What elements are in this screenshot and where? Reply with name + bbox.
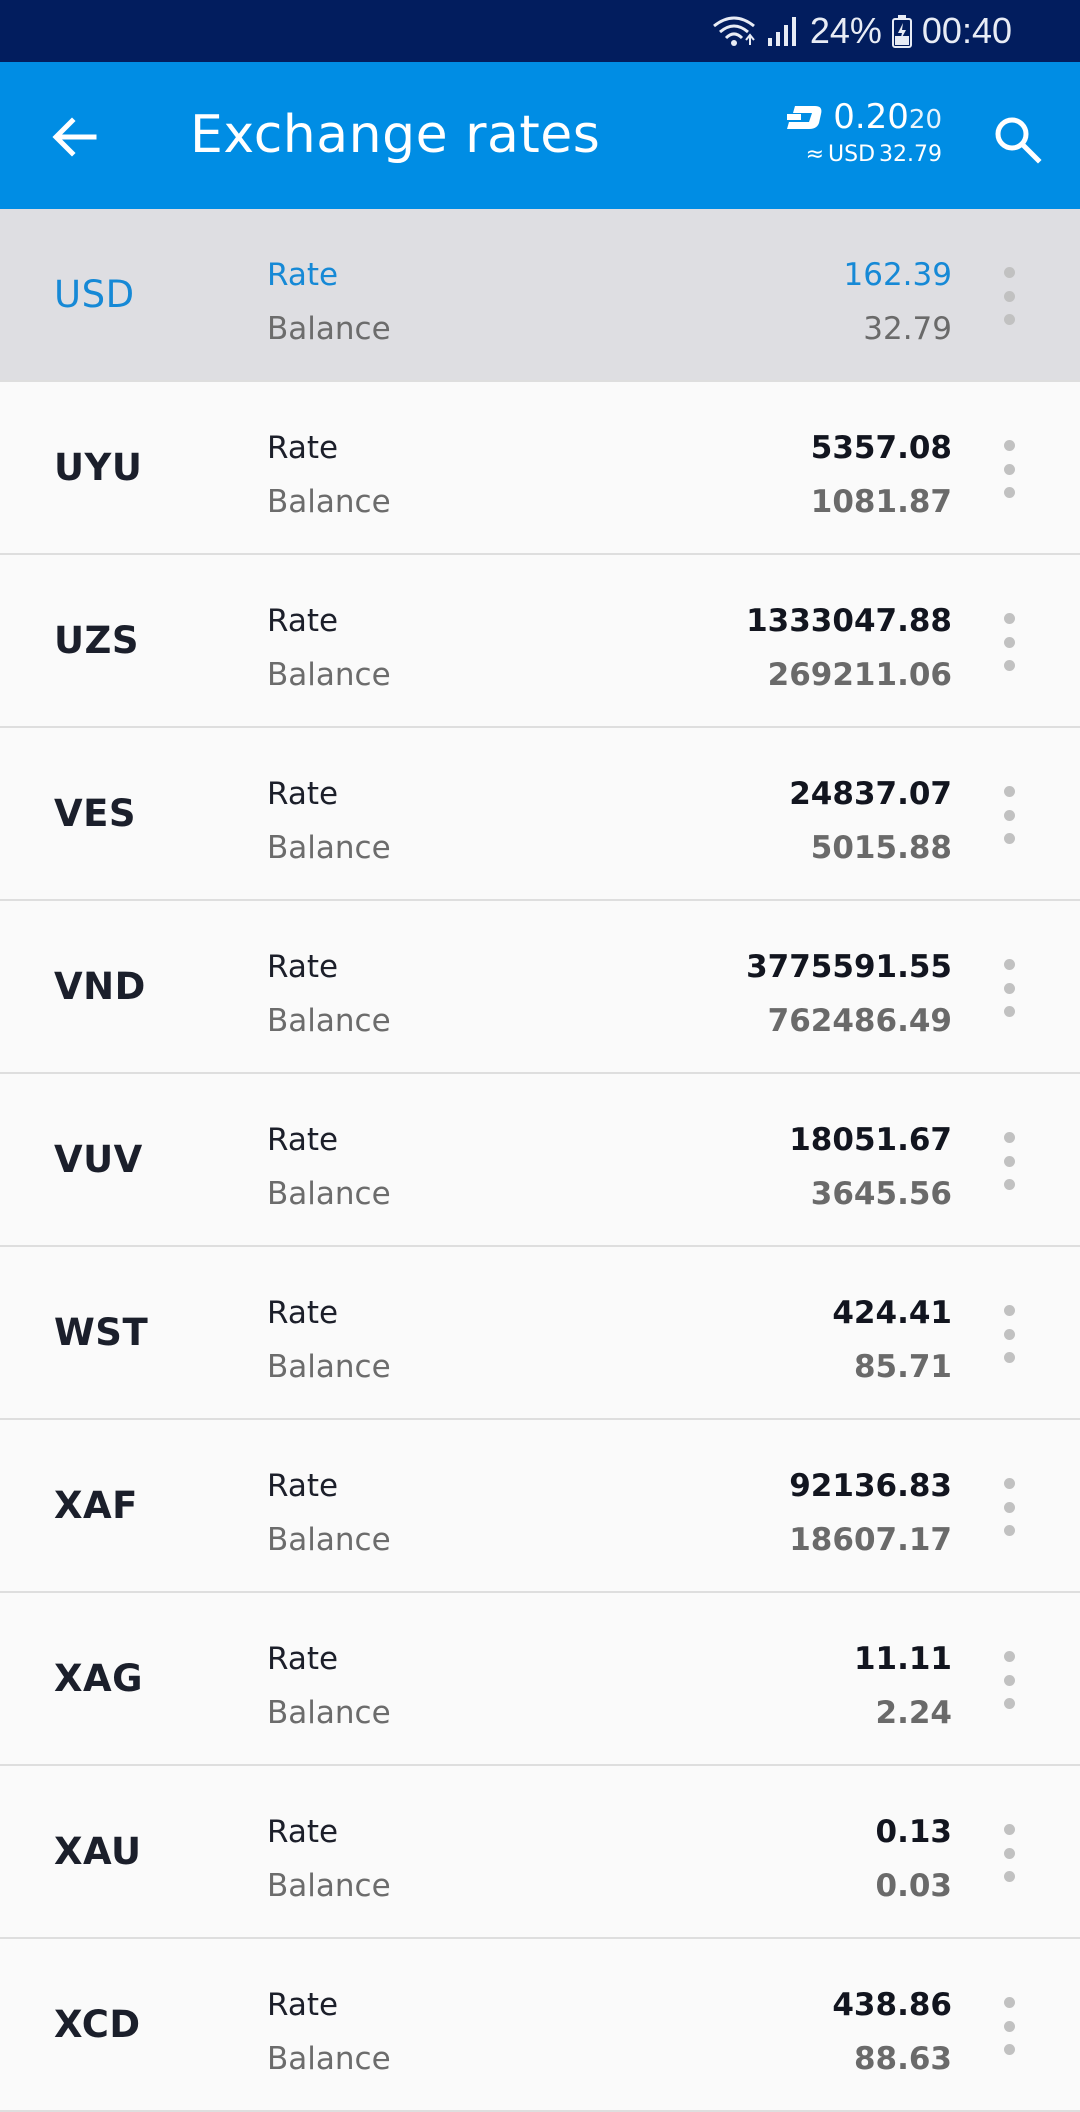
more-vertical-icon[interactable] — [996, 607, 1022, 677]
rate-label: Rate — [267, 603, 339, 639]
more-vertical-icon[interactable] — [996, 1472, 1022, 1542]
rate-row-uzs[interactable]: UZS Rate Balance 1333047.88 269211.06 — [0, 555, 1080, 728]
more-vertical-icon[interactable] — [996, 1991, 1022, 2061]
rate-label: Rate — [267, 949, 339, 985]
balance-label: Balance — [267, 1522, 391, 1558]
rate-row-usd[interactable]: USD Rate Balance 162.39 32.79 — [0, 209, 1080, 382]
balance-value: 32.79 — [863, 311, 952, 347]
rate-row-uyu[interactable]: UYU Rate Balance 5357.08 1081.87 — [0, 382, 1080, 555]
currency-code: XAF — [54, 1484, 138, 1527]
dash-icon — [787, 106, 822, 129]
balance-value: 2.24 — [875, 1695, 953, 1731]
currency-code: XAU — [54, 1830, 142, 1873]
page-title: Exchange rates — [190, 105, 601, 165]
wifi-icon — [712, 16, 755, 46]
balance-value: 3645.56 — [810, 1176, 952, 1212]
balance-label: Balance — [267, 657, 391, 693]
arrow-left-icon[interactable] — [50, 113, 98, 161]
balance-label: Balance — [267, 830, 391, 866]
rate-value: 438.86 — [832, 1987, 952, 2023]
currency-code: VUV — [54, 1138, 143, 1181]
rate-row-vnd[interactable]: VND Rate Balance 3775591.55 762486.49 — [0, 901, 1080, 1074]
search-icon[interactable] — [992, 114, 1042, 164]
rate-value: 24837.07 — [789, 776, 952, 812]
clock: 00:40 — [921, 10, 1012, 51]
rate-label: Rate — [267, 1468, 339, 1504]
more-vertical-icon[interactable] — [996, 953, 1022, 1023]
balance-label: Balance — [267, 2041, 391, 2077]
balance-label: Balance — [267, 311, 391, 347]
balance-value: 18607.17 — [789, 1522, 952, 1558]
balance-label: Balance — [267, 1868, 391, 1904]
balance-value: 5015.88 — [810, 830, 952, 866]
rate-value: 3775591.55 — [746, 949, 952, 985]
rate-value: 162.39 — [843, 257, 952, 293]
currency-code: UYU — [54, 446, 143, 489]
more-vertical-icon[interactable] — [996, 434, 1022, 504]
wallet-balance[interactable]: 0.2020 ≈ USD 32.79 — [785, 92, 942, 167]
rate-label: Rate — [267, 257, 339, 293]
balance-label: Balance — [267, 1349, 391, 1385]
balance-label: Balance — [267, 1003, 391, 1039]
rate-label: Rate — [267, 1814, 339, 1850]
rate-value: 1333047.88 — [746, 603, 952, 639]
currency-code: USD — [54, 273, 135, 316]
balance-label: Balance — [267, 1695, 391, 1731]
more-vertical-icon[interactable] — [996, 780, 1022, 850]
rate-row-xag[interactable]: XAG Rate Balance 11.11 2.24 — [0, 1593, 1080, 1766]
currency-code: XCD — [54, 2003, 141, 2046]
rate-value: 92136.83 — [789, 1468, 952, 1504]
currency-code: XAG — [54, 1657, 144, 1700]
currency-code: VES — [54, 792, 137, 835]
balance-main-value: 0.2020 — [833, 97, 942, 137]
more-vertical-icon[interactable] — [996, 261, 1022, 331]
rate-label: Rate — [267, 1122, 339, 1158]
app-bar: Exchange rates 0.2020 ≈ USD 32.79 — [0, 62, 1080, 209]
rate-row-xau[interactable]: XAU Rate Balance 0.13 0.03 — [0, 1766, 1080, 1939]
battery-percent: 24% — [809, 10, 882, 51]
balance-value: 88.63 — [853, 2041, 952, 2077]
rate-row-xcd[interactable]: XCD Rate Balance 438.86 88.63 — [0, 1939, 1080, 2112]
currency-code: UZS — [54, 619, 140, 662]
balance-value: 85.71 — [853, 1349, 952, 1385]
balance-value: 1081.87 — [810, 484, 952, 520]
rate-label: Rate — [267, 776, 339, 812]
rate-value: 424.41 — [832, 1295, 952, 1331]
rate-label: Rate — [267, 1295, 339, 1331]
more-vertical-icon[interactable] — [996, 1645, 1022, 1715]
rate-row-wst[interactable]: WST Rate Balance 424.41 85.71 — [0, 1247, 1080, 1420]
rate-value: 11.11 — [853, 1641, 952, 1677]
signal-icon — [767, 17, 796, 46]
more-vertical-icon[interactable] — [996, 1818, 1022, 1888]
exchange-rate-list: USD Rate Balance 162.39 32.79 UYU Rate B… — [0, 209, 1080, 2112]
currency-code: VND — [54, 965, 146, 1008]
balance-label: Balance — [267, 484, 391, 520]
battery-icon — [891, 15, 912, 48]
rate-label: Rate — [267, 1641, 339, 1677]
balance-value: 0.03 — [875, 1868, 953, 1904]
status-bar: 24% 00:40 — [0, 0, 1080, 62]
rate-label: Rate — [267, 430, 339, 466]
balance-label: Balance — [267, 1176, 391, 1212]
rate-value: 0.13 — [875, 1814, 953, 1850]
rate-value: 5357.08 — [810, 430, 952, 466]
balance-value: 762486.49 — [767, 1003, 952, 1039]
more-vertical-icon[interactable] — [996, 1299, 1022, 1369]
rate-label: Rate — [267, 1987, 339, 2023]
rate-row-vuv[interactable]: VUV Rate Balance 18051.67 3645.56 — [0, 1074, 1080, 1247]
currency-code: WST — [54, 1311, 149, 1354]
rate-row-xaf[interactable]: XAF Rate Balance 92136.83 18607.17 — [0, 1420, 1080, 1593]
rate-row-ves[interactable]: VES Rate Balance 24837.07 5015.88 — [0, 728, 1080, 901]
balance-fiat: ≈ USD 32.79 — [805, 142, 942, 167]
rate-value: 18051.67 — [789, 1122, 952, 1158]
balance-value: 269211.06 — [767, 657, 952, 693]
more-vertical-icon[interactable] — [996, 1126, 1022, 1196]
